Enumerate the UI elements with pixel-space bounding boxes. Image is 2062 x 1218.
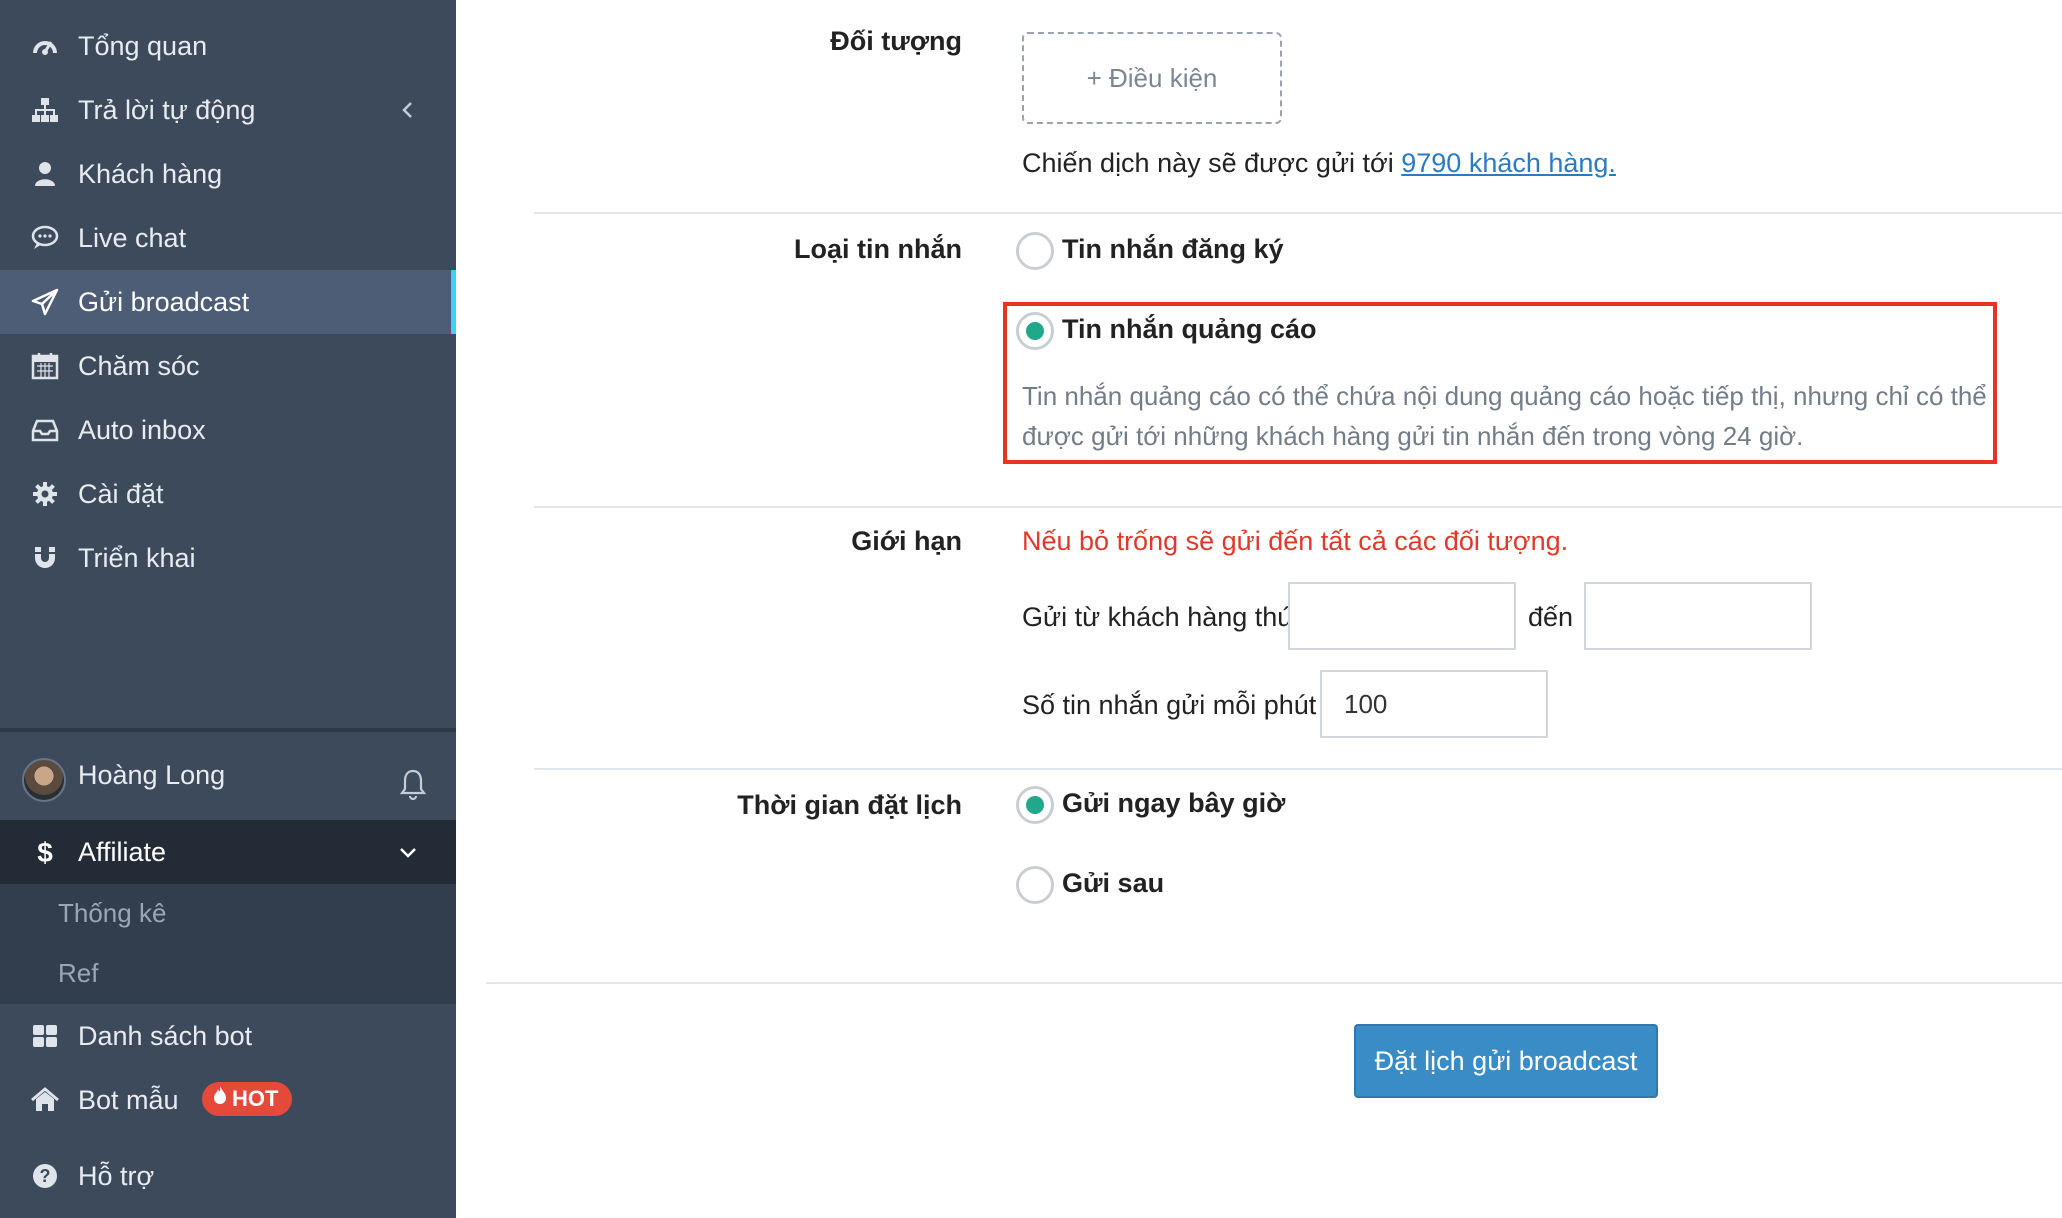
sidebar-item-care[interactable]: Chăm sóc	[0, 334, 456, 398]
sidebar-item-label: Bot mẫu	[78, 1084, 179, 1115]
hot-badge: HOT	[202, 1082, 293, 1116]
sidebar-item-label: Chăm sóc	[78, 350, 200, 381]
user-icon	[30, 159, 60, 189]
question-circle-icon: ?	[30, 1161, 60, 1191]
radio-subscription-message-label[interactable]: Tin nhắn đăng ký	[1062, 234, 1284, 265]
sidebar-item-label: Hỗ trợ	[78, 1160, 155, 1191]
section-divider	[534, 212, 2062, 214]
sidebar-item-label: Cài đặt	[78, 478, 164, 509]
audience-label: Đối tượng	[830, 26, 962, 56]
chat-bubble-icon	[30, 223, 60, 253]
submenu-item-stats[interactable]: Thống kê	[58, 898, 166, 929]
sidebar-item-label: Auto inbox	[78, 414, 206, 445]
sidebar-item-label: Trả lời tự động	[78, 94, 256, 125]
sidebar: Tổng quan Trả lời tự động Khách hàng Liv…	[0, 0, 456, 1218]
sidebar-item-label: Affiliate	[78, 836, 167, 867]
radio-promotional-message[interactable]	[1016, 312, 1054, 350]
chevron-left-icon	[396, 98, 420, 122]
sidebar-item-label: Khách hàng	[78, 158, 223, 189]
sidebar-item-label: Danh sách bot	[78, 1020, 253, 1051]
sidebar-item-settings[interactable]: Cài đặt	[0, 462, 456, 526]
send-from-input[interactable]	[1288, 582, 1516, 650]
limit-label: Giới hạn	[851, 526, 962, 556]
send-from-label: Gửi từ khách hàng thứ	[1022, 602, 1296, 632]
chevron-down-icon	[396, 840, 420, 864]
magnet-icon	[30, 543, 60, 573]
section-divider	[486, 982, 2062, 984]
limit-warning: Nếu bỏ trống sẽ gửi đến tất cả các đối t…	[1022, 526, 1569, 556]
schedule-broadcast-button[interactable]: Đặt lịch gửi broadcast	[1354, 1024, 1658, 1098]
sidebar-item-label: Gửi broadcast	[78, 286, 250, 317]
message-type-label: Loại tin nhắn	[794, 234, 962, 264]
hot-badge-label: HOT	[232, 1086, 279, 1111]
sidebar-item-live-chat[interactable]: Live chat	[0, 206, 456, 270]
rate-input[interactable]: 100	[1320, 670, 1548, 738]
submenu-item-ref[interactable]: Ref	[58, 958, 98, 989]
radio-send-now-label[interactable]: Gửi ngay bây giờ	[1062, 788, 1285, 819]
rate-label: Số tin nhắn gửi mỗi phút	[1022, 690, 1317, 720]
paper-plane-icon	[30, 287, 60, 317]
dashboard-icon	[30, 31, 60, 61]
customer-count-link[interactable]: 9790 khách hàng.	[1401, 148, 1616, 178]
sidebar-item-label: Tổng quan	[78, 30, 208, 61]
radio-send-later[interactable]	[1016, 866, 1054, 904]
svg-text:?: ?	[40, 1166, 51, 1186]
sidebar-item-overview[interactable]: Tổng quan	[0, 14, 456, 78]
promotional-message-description: Tin nhắn quảng cáo có thể chứa nội dung …	[1022, 381, 1987, 451]
calendar-icon	[30, 351, 60, 381]
sidebar-item-auto-inbox[interactable]: Auto inbox	[0, 398, 456, 462]
section-divider	[534, 506, 2062, 508]
campaign-reach-text: Chiến dịch này sẽ được gửi tới 9790 khác…	[1022, 148, 1616, 179]
sidebar-item-bot-templates[interactable]: Bot mẫu HOT	[0, 1068, 456, 1132]
user-profile-row[interactable]: Hoàng Long	[0, 742, 456, 812]
sidebar-item-broadcast[interactable]: Gửi broadcast	[0, 270, 456, 334]
sidebar-item-auto-reply[interactable]: Trả lời tự động	[0, 78, 456, 142]
grid-icon	[30, 1021, 60, 1051]
gear-icon	[30, 479, 60, 509]
bell-icon[interactable]	[398, 768, 428, 802]
sidebar-item-affiliate[interactable]: $ Affiliate	[0, 820, 456, 884]
avatar[interactable]	[22, 758, 66, 802]
section-divider	[534, 768, 2062, 770]
svg-text:$: $	[37, 837, 53, 867]
fire-icon	[212, 1085, 228, 1113]
add-condition-button[interactable]: + Điều kiện	[1022, 32, 1282, 124]
schedule-label: Thời gian đặt lịch	[737, 790, 962, 820]
home-icon	[30, 1085, 60, 1115]
sidebar-item-customers[interactable]: Khách hàng	[0, 142, 456, 206]
sidebar-item-label: Live chat	[78, 222, 187, 253]
radio-subscription-message[interactable]	[1016, 232, 1054, 270]
dollar-icon: $	[30, 837, 60, 867]
radio-send-now[interactable]	[1016, 786, 1054, 824]
user-name: Hoàng Long	[78, 760, 226, 790]
radio-promotional-message-label[interactable]: Tin nhắn quảng cáo	[1062, 314, 1317, 345]
sidebar-item-deploy[interactable]: Triển khai	[0, 526, 456, 590]
sidebar-item-support[interactable]: ? Hỗ trợ	[0, 1144, 456, 1208]
inbox-icon	[30, 415, 60, 445]
sitemap-icon	[30, 95, 60, 125]
affiliate-submenu: Thống kê Ref	[0, 884, 456, 1004]
sidebar-item-bot-list[interactable]: Danh sách bot	[0, 1004, 456, 1068]
sidebar-divider	[0, 728, 456, 732]
campaign-reach-prefix: Chiến dịch này sẽ được gửi tới	[1022, 148, 1394, 178]
send-to-input[interactable]	[1584, 582, 1812, 650]
send-to-label: đến	[1528, 602, 1574, 632]
radio-send-later-label[interactable]: Gửi sau	[1062, 868, 1164, 899]
sidebar-item-label: Triển khai	[78, 542, 196, 573]
